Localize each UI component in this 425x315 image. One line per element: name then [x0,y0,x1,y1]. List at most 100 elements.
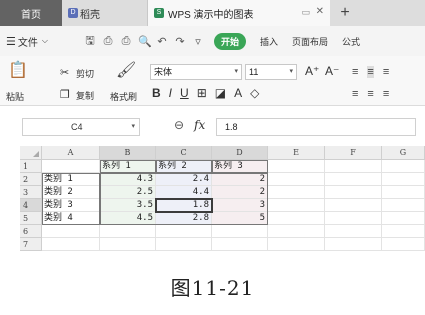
grid-cell[interactable] [42,225,100,238]
grid-cell[interactable] [268,186,325,199]
grid-cell[interactable] [268,173,325,186]
tab-page-layout[interactable]: 页面布局 [292,35,328,48]
monitor-icon[interactable]: ▭ [301,7,310,18]
row-header[interactable]: 3 [20,186,42,199]
align-bottom-icon[interactable]: ≡ [383,66,389,78]
grid-cell[interactable]: 4.5 [100,212,156,225]
paste-icon[interactable]: 📋 [8,60,28,80]
select-all-corner[interactable] [20,146,42,160]
column-header[interactable]: C [156,146,212,160]
redo-icon[interactable]: ↷ [174,35,186,48]
grid-cell[interactable] [325,199,382,212]
format-painter-label[interactable]: 格式刷 [110,90,137,103]
grid-cell[interactable] [382,173,425,186]
paste-button-label[interactable]: 粘贴 [6,90,24,103]
column-header[interactable]: G [382,146,425,160]
grid-cell[interactable]: 2.4 [156,173,212,186]
copy-button-label[interactable]: 复制 [76,89,94,102]
fill-color-icon[interactable]: ◪ [215,86,226,100]
scissors-icon[interactable]: ✂ [60,66,69,79]
print-preview-icon[interactable]: 🔍 [138,35,152,48]
grid-cell[interactable]: 5 [212,212,268,225]
grid-cell[interactable] [268,225,325,238]
font-size-select[interactable]: 11 ▾ [245,64,297,80]
copy-icon[interactable]: ❐ [60,88,70,101]
export-icon[interactable]: ⎙ [102,35,114,48]
grid-cell[interactable]: 类别 1 [42,173,100,186]
grid-cell[interactable] [325,173,382,186]
grid-cell[interactable]: 类别 4 [42,212,100,225]
row-header[interactable]: 6 [20,225,42,238]
row-header[interactable]: 2 [20,173,42,186]
column-header[interactable]: F [325,146,382,160]
tab-home[interactable]: 首页 [0,0,62,26]
grid-cell[interactable]: 3.5 [100,199,156,212]
grid-cell[interactable] [42,238,100,251]
increase-font-icon[interactable]: A⁺ [305,64,319,78]
underline-icon[interactable]: U [180,86,189,100]
grid-cell[interactable] [325,160,382,173]
grid-cell[interactable] [42,160,100,173]
align-left-icon[interactable]: ≡ [352,88,358,100]
undo-icon[interactable]: ↶ [156,35,168,48]
close-icon[interactable]: ✕ [316,6,324,17]
grid-cell[interactable]: 2 [212,186,268,199]
grid-cell[interactable]: 4.4 [156,186,212,199]
border-icon[interactable]: ⊞ [197,86,207,100]
grid-cell[interactable]: 2.5 [100,186,156,199]
decrease-font-icon[interactable]: A⁻ [325,64,339,78]
grid-cell[interactable] [382,212,425,225]
tab-insert[interactable]: 插入 [260,35,278,48]
grid-cell[interactable] [382,186,425,199]
grid-cell[interactable] [325,238,382,251]
grid-cell[interactable] [325,186,382,199]
new-tab-button[interactable]: + [330,0,360,26]
grid-cell[interactable] [268,160,325,173]
align-center-icon[interactable]: ≡ [367,88,373,100]
column-header[interactable]: A [42,146,100,160]
grid-cell[interactable] [156,238,212,251]
tab-active-document[interactable]: S WPS 演示中的图表 ▭ ✕ [148,0,330,26]
tab-formula[interactable]: 公式 [342,35,360,48]
cut-button-label[interactable]: 剪切 [76,67,94,80]
grid-cell[interactable]: 系列 2 [156,160,212,173]
customize-icon[interactable]: ▿ [192,35,204,48]
align-middle-icon[interactable]: ≡ [367,66,374,78]
grid-cell[interactable]: 3 [212,199,268,212]
bold-icon[interactable]: B [152,86,161,100]
tab-start[interactable]: 开始 [214,32,247,50]
grid-cell[interactable]: 2.8 [156,212,212,225]
grid-cell[interactable] [382,199,425,212]
column-header[interactable]: D [212,146,268,160]
eraser-icon[interactable]: ◇ [250,86,259,100]
fx-icon[interactable]: fx [194,118,205,132]
grid-cell[interactable]: 系列 1 [100,160,156,173]
align-right-icon[interactable]: ≡ [383,88,389,100]
file-menu[interactable]: ☰ 文件 ⌵ [0,34,80,49]
grid-cell[interactable] [212,225,268,238]
grid-cell[interactable] [268,212,325,225]
grid-cell[interactable]: 4.3 [100,173,156,186]
grid-cell[interactable] [268,199,325,212]
align-top-icon[interactable]: ≡ [352,66,358,78]
grid-cell[interactable]: 系列 3 [212,160,268,173]
row-header[interactable]: 4 [20,199,42,212]
grid-cell[interactable]: 类别 2 [42,186,100,199]
grid-cell[interactable] [382,160,425,173]
grid-cell[interactable] [382,225,425,238]
column-header[interactable]: B [100,146,156,160]
grid-cell[interactable] [325,225,382,238]
grid-cell[interactable]: 2 [212,173,268,186]
grid-cell[interactable] [212,238,268,251]
grid-cell[interactable] [100,238,156,251]
name-box[interactable]: C4 ▾ [22,118,140,136]
grid-cell[interactable] [382,238,425,251]
zoom-icon[interactable]: ⊖ [174,118,184,132]
font-name-select[interactable]: 宋体 ▾ [150,64,242,80]
save-icon[interactable]: 🖫 [84,32,96,51]
row-header[interactable]: 1 [20,160,42,173]
grid-cell[interactable] [156,225,212,238]
grid-cell[interactable] [268,238,325,251]
print-icon[interactable]: ⎙ [120,35,132,48]
font-color-icon[interactable]: A [234,86,242,100]
